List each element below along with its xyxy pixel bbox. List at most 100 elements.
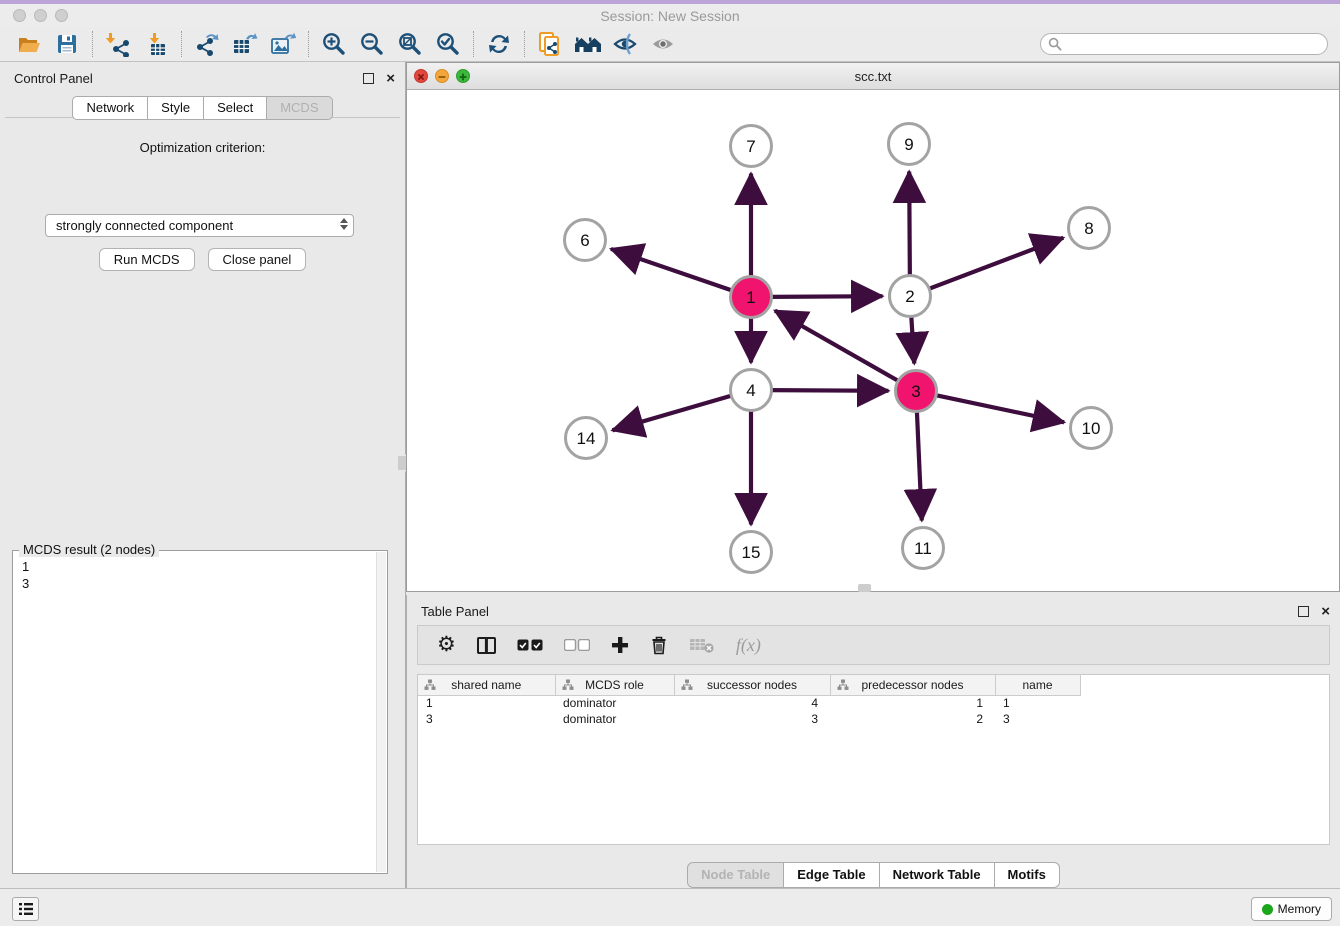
refresh-view-button[interactable] xyxy=(480,29,518,59)
tab-mcds[interactable]: MCDS xyxy=(267,96,332,120)
graph-node-3[interactable]: 3 xyxy=(896,371,937,412)
criterion-select[interactable]: strongly connected component xyxy=(45,214,354,237)
table-cell[interactable]: 1 xyxy=(995,695,1080,711)
tab-motifs[interactable]: Motifs xyxy=(995,862,1060,888)
column-type-icon xyxy=(681,679,693,691)
search-input[interactable] xyxy=(1066,37,1327,51)
graph-node-1[interactable]: 1 xyxy=(731,277,772,318)
table-cell[interactable]: 3 xyxy=(418,711,555,727)
table-cell[interactable]: 2 xyxy=(830,711,995,727)
add-column-button[interactable] xyxy=(611,636,629,654)
node-label: 14 xyxy=(577,429,596,448)
graph-node-8[interactable]: 8 xyxy=(1069,208,1110,249)
table-cell[interactable]: dominator xyxy=(555,695,674,711)
table-cell[interactable]: 3 xyxy=(995,711,1080,727)
delete-column-button[interactable] xyxy=(650,635,668,655)
graph-edge-2-3[interactable] xyxy=(911,314,914,363)
gear-icon: ⚙ xyxy=(437,635,456,655)
result-scrollbar[interactable] xyxy=(376,552,386,872)
show-columns-button[interactable] xyxy=(477,637,496,654)
column-header-MCDS-role[interactable]: MCDS role xyxy=(555,675,674,695)
graph-edge-1-2[interactable] xyxy=(769,296,882,297)
task-history-button[interactable] xyxy=(12,897,39,921)
mcds-result-text[interactable]: 1 3 xyxy=(15,553,375,871)
graph-node-2[interactable]: 2 xyxy=(890,276,931,317)
zoom-in-button[interactable] xyxy=(315,29,353,59)
open-session-button[interactable] xyxy=(10,29,48,59)
criterion-value: strongly connected component xyxy=(56,218,233,233)
network-canvas[interactable]: 7 9 6 8 1 2 4 3 14 10 15 11 xyxy=(407,90,1339,591)
column-header-shared-name[interactable]: shared name xyxy=(418,675,555,695)
import-network-button[interactable] xyxy=(99,29,137,59)
export-network-button[interactable] xyxy=(188,29,226,59)
graph-edge-2-9[interactable] xyxy=(909,171,910,277)
home-button[interactable] xyxy=(569,29,607,59)
graph-edge-3-11[interactable] xyxy=(917,409,922,520)
zoom-out-button[interactable] xyxy=(353,29,391,59)
tab-edge-table[interactable]: Edge Table xyxy=(784,862,879,888)
table-panel-header: Table Panel × xyxy=(407,595,1340,627)
select-all-columns-button[interactable] xyxy=(517,639,543,651)
tab-network-table[interactable]: Network Table xyxy=(880,862,995,888)
column-header-name[interactable]: name xyxy=(995,675,1080,695)
graph-node-15[interactable]: 15 xyxy=(731,532,772,573)
export-image-button[interactable] xyxy=(264,29,302,59)
graph-edge-4-3[interactable] xyxy=(769,390,888,391)
table-cell[interactable]: 1 xyxy=(830,695,995,711)
graph-node-14[interactable]: 14 xyxy=(566,418,607,459)
toolbar-separator xyxy=(308,31,309,57)
graph-node-9[interactable]: 9 xyxy=(889,124,930,165)
export-table-button[interactable] xyxy=(226,29,264,59)
horizontal-splitter-handle[interactable] xyxy=(858,584,871,592)
table-row[interactable]: 1dominator411 xyxy=(418,695,1080,711)
graph-node-6[interactable]: 6 xyxy=(565,220,606,261)
zoom-selected-button[interactable] xyxy=(429,29,467,59)
close-panel-icon[interactable]: × xyxy=(386,73,395,84)
table-tabs: Node Table Edge Table Network Table Moti… xyxy=(407,862,1340,888)
tab-node-table[interactable]: Node Table xyxy=(687,862,784,888)
memory-button[interactable]: Memory xyxy=(1251,897,1332,921)
tab-style[interactable]: Style xyxy=(148,96,204,120)
graph-edge-2-8[interactable] xyxy=(927,238,1063,290)
column-header-predecessor-nodes[interactable]: predecessor nodes xyxy=(830,675,995,695)
save-session-button[interactable] xyxy=(48,29,86,59)
refresh-icon xyxy=(486,31,512,57)
node-label: 2 xyxy=(905,287,914,306)
column-header-successor-nodes[interactable]: successor nodes xyxy=(674,675,830,695)
search-area xyxy=(1040,33,1328,55)
graph-edge-1-6[interactable] xyxy=(611,249,733,291)
table-cell[interactable]: 4 xyxy=(674,695,830,711)
import-table-button[interactable] xyxy=(137,29,175,59)
zoom-fit-button[interactable] xyxy=(391,29,429,59)
graph-node-11[interactable]: 11 xyxy=(903,528,944,569)
table-cell[interactable]: 1 xyxy=(418,695,555,711)
table-cell[interactable]: dominator xyxy=(555,711,674,727)
graph-node-4[interactable]: 4 xyxy=(731,370,772,411)
hide-graphics-details-button[interactable] xyxy=(607,29,645,59)
float-table-panel-icon[interactable] xyxy=(1298,606,1309,617)
table-cell[interactable]: 3 xyxy=(674,711,830,727)
network-window-titlebar[interactable]: scc.txt xyxy=(407,63,1339,90)
graph-edge-4-14[interactable] xyxy=(612,395,733,430)
column-type-icon xyxy=(837,679,849,691)
export-table-icon xyxy=(231,31,259,57)
memory-label: Memory xyxy=(1278,902,1321,916)
duplicate-network-button[interactable] xyxy=(531,29,569,59)
network-graph: 7 9 6 8 1 2 4 3 14 10 15 11 xyxy=(407,90,1339,591)
run-mcds-button[interactable]: Run MCDS xyxy=(99,248,195,271)
vertical-splitter-handle[interactable] xyxy=(398,454,406,472)
graph-edge-3-1[interactable] xyxy=(775,311,900,382)
graph-node-7[interactable]: 7 xyxy=(731,126,772,167)
graph-edge-3-10[interactable] xyxy=(934,395,1064,422)
close-panel-button[interactable]: Close panel xyxy=(208,248,307,271)
table-row[interactable]: 3dominator323 xyxy=(418,711,1080,727)
graph-node-10[interactable]: 10 xyxy=(1071,408,1112,449)
table-panel-title: Table Panel xyxy=(421,604,1298,619)
tab-network[interactable]: Network xyxy=(72,96,148,120)
float-panel-icon[interactable] xyxy=(363,73,374,84)
close-table-panel-icon[interactable]: × xyxy=(1321,606,1330,617)
deselect-all-columns-button[interactable] xyxy=(564,639,590,651)
tab-select[interactable]: Select xyxy=(204,96,267,120)
search-field[interactable] xyxy=(1040,33,1328,55)
table-settings-button[interactable]: ⚙ xyxy=(437,635,456,655)
